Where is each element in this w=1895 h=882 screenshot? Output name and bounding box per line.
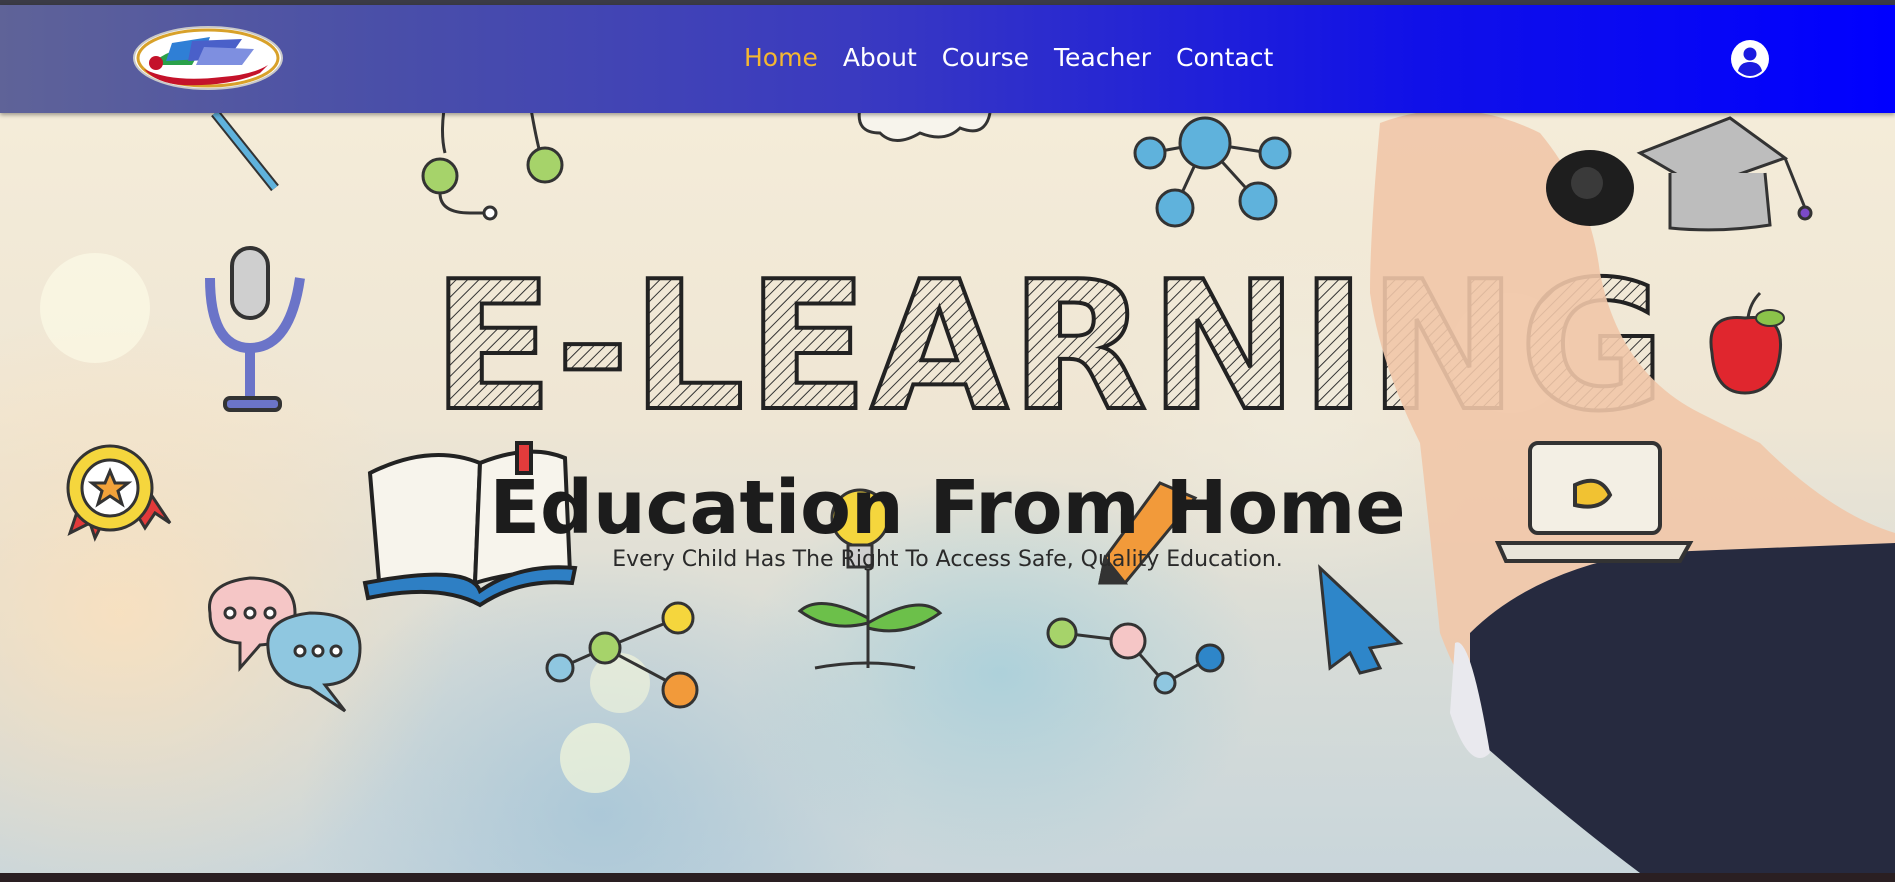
cloud-doodle xyxy=(857,113,992,142)
hero-subtitle: Every Child Has The Right To Access Safe… xyxy=(612,547,1283,572)
nav-link-course[interactable]: Course xyxy=(942,43,1029,73)
microphone-doodle xyxy=(205,246,305,412)
nav-link-about[interactable]: About xyxy=(843,43,917,73)
main-nav: Home About Course Teacher Contact xyxy=(744,43,1298,73)
graduation-cap-doodle xyxy=(1636,116,1813,232)
nav-link-contact[interactable]: Contact xyxy=(1176,43,1273,73)
user-circle-icon[interactable] xyxy=(1731,40,1769,78)
marker-pen xyxy=(1546,150,1634,226)
pointer-stick-fill xyxy=(212,113,278,190)
molecule-doodle-right xyxy=(1046,617,1225,695)
hero-section: E-LEARNING Education From Home Every Chi… xyxy=(0,113,1895,873)
speech-bubbles-doodle xyxy=(208,576,362,713)
molecule-doodle-left xyxy=(545,601,699,709)
network-group-doodle xyxy=(1133,116,1292,228)
nav-link-home[interactable]: Home xyxy=(744,43,818,73)
cursor-arrow-doodle xyxy=(1318,564,1404,675)
school-logo[interactable] xyxy=(132,25,284,91)
headphones-doodle xyxy=(421,113,564,221)
nav-link-teacher[interactable]: Teacher xyxy=(1054,43,1151,73)
apple-doodle xyxy=(1709,291,1785,395)
hero-title: Education From Home xyxy=(489,464,1406,551)
suit-sleeve xyxy=(1470,543,1895,873)
bottom-edge-strip xyxy=(0,873,1895,882)
navbar: Home About Course Teacher Contact xyxy=(0,5,1895,113)
